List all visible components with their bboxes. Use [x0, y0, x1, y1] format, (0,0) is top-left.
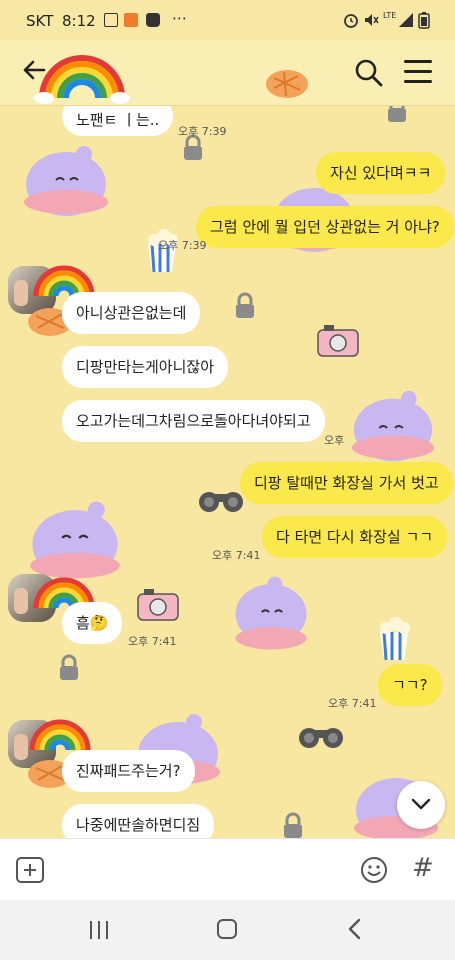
- lock-background-icon: [388, 106, 406, 122]
- emoji-icon: [361, 857, 387, 883]
- system-back-button[interactable]: [345, 917, 365, 941]
- outgoing-message[interactable]: 다 타면 다시 화장실 ㄱㄱ: [262, 516, 448, 558]
- network-label: LTE: [383, 11, 397, 20]
- camera-background-icon: [137, 589, 179, 621]
- message-input-bar[interactable]: #: [0, 838, 455, 900]
- battery-icon: [418, 12, 430, 29]
- rainbow-sticker-icon: [29, 719, 91, 751]
- binoculars-background-icon: [199, 492, 243, 512]
- binoculars-background-icon: [299, 728, 343, 748]
- bread-sticker-icon: [266, 70, 308, 98]
- message-time: 오후: [324, 434, 345, 447]
- chat-area[interactable]: 노팬ㅌ ㅣ는.. 오후 7:39 자신 있다며ㅋㅋ 그럼 안에 뭘 입던 상관없…: [0, 106, 455, 838]
- alarm-icon: [344, 14, 358, 28]
- hashtag-button[interactable]: #: [412, 853, 434, 883]
- shopping-bag-icon: [146, 13, 160, 27]
- message-time: 오후 7:39: [178, 125, 227, 138]
- search-icon: [355, 59, 383, 87]
- lock-background-icon: [60, 654, 78, 680]
- hippo-background-icon: [235, 576, 307, 650]
- app-notification-icon: [124, 13, 138, 27]
- recent-apps-button[interactable]: [90, 921, 110, 939]
- hippo-background-icon: [30, 501, 120, 579]
- menu-button[interactable]: [404, 60, 432, 86]
- incoming-message[interactable]: 노팬ㅌ ㅣ는..: [62, 106, 174, 136]
- home-button[interactable]: [217, 919, 237, 939]
- mute-icon: [365, 14, 379, 26]
- status-bar: SKT 8:12 ⋯ LTE: [0, 0, 455, 40]
- chevron-down-icon: [411, 798, 431, 810]
- outgoing-message[interactable]: 디팡 탈때만 화장실 가서 벗고: [240, 462, 453, 504]
- gallery-icon: [104, 13, 118, 27]
- chevron-left-icon: [348, 918, 361, 940]
- hippo-background-icon: [351, 390, 435, 462]
- message-time: 오후 7:41: [128, 635, 177, 648]
- scroll-to-bottom-button[interactable]: [397, 781, 445, 829]
- incoming-message[interactable]: 흠🤔: [62, 602, 123, 644]
- camera-background-icon: [317, 325, 359, 357]
- message-time: 오후 7:39: [158, 239, 207, 252]
- menu-icon: [404, 60, 432, 83]
- rainbow-sticker-icon: [34, 55, 130, 104]
- hippo-background-icon: [24, 146, 108, 216]
- outgoing-message[interactable]: 그럼 안에 뭘 입던 상관없는 거 아냐?: [196, 206, 454, 248]
- incoming-message[interactable]: 오고가는데그차림으로돌아다녀야되고: [62, 400, 325, 442]
- lock-background-icon: [236, 292, 254, 318]
- incoming-message[interactable]: 나중에딴솔하면디짐: [62, 804, 215, 838]
- message-time: 오후 7:41: [212, 549, 261, 562]
- search-button[interactable]: [354, 58, 384, 88]
- incoming-message[interactable]: 진짜패드주는거?: [62, 750, 195, 792]
- attach-button[interactable]: [16, 857, 44, 883]
- popcorn-background-icon: [380, 617, 410, 661]
- signal-icon: [399, 13, 413, 27]
- incoming-message[interactable]: 디팡만타는게아니잖아: [62, 346, 229, 388]
- outgoing-message[interactable]: 자신 있다며ㅋㅋ: [316, 152, 446, 194]
- more-notifications-icon: ⋯: [172, 9, 187, 27]
- clock: 8:12: [62, 12, 96, 30]
- outgoing-message[interactable]: ㄱㄱ?: [378, 664, 442, 706]
- emoji-button[interactable]: [359, 855, 389, 885]
- carrier-label: SKT: [26, 12, 54, 30]
- incoming-message[interactable]: 아니상관은없는데: [62, 292, 201, 334]
- system-navigation-bar: [0, 900, 455, 960]
- lock-background-icon: [284, 812, 302, 838]
- chat-header: [0, 40, 455, 106]
- message-time: 오후 7:41: [328, 697, 377, 710]
